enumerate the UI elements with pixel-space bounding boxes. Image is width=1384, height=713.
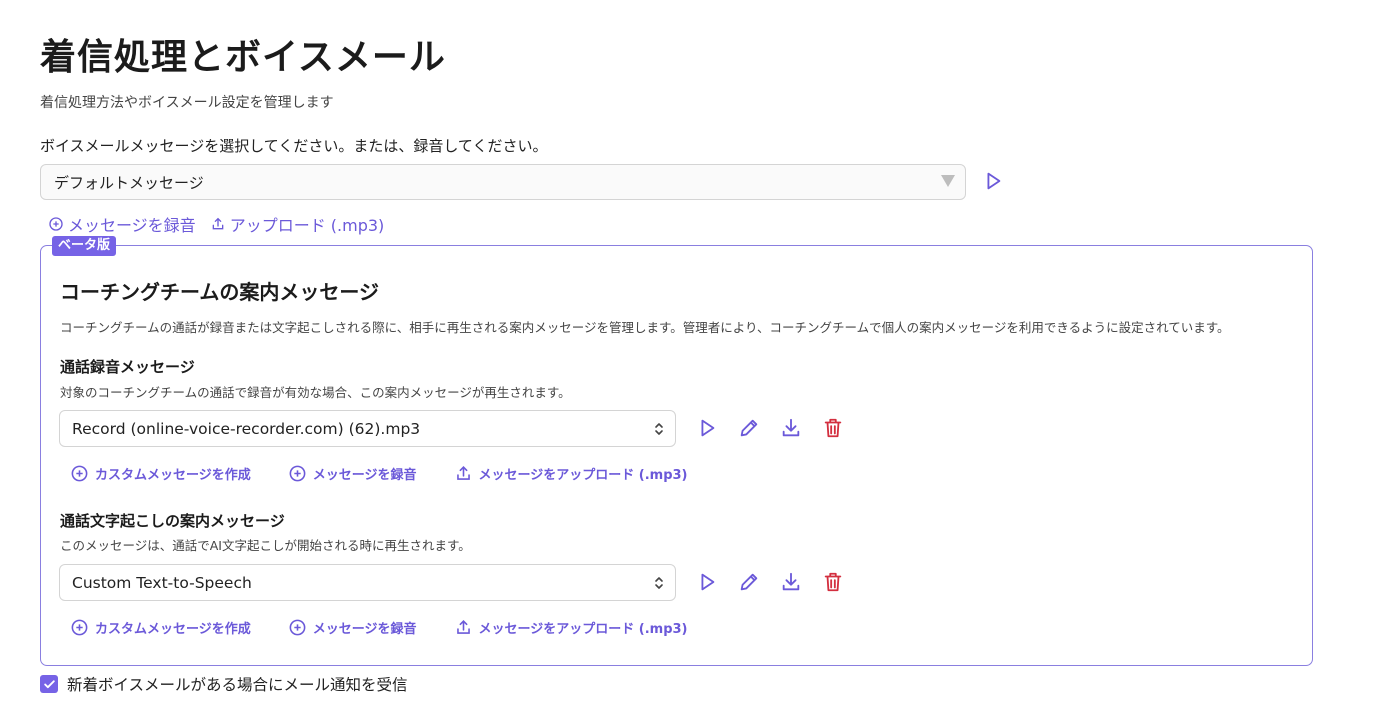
- transcription-upload-button[interactable]: メッセージをアップロード (.mp3): [454, 618, 688, 637]
- plus-circle-icon: [71, 465, 88, 482]
- chevron-updown-icon: [655, 423, 663, 435]
- recording-record-button[interactable]: メッセージを録音: [288, 464, 417, 483]
- plus-circle-icon: [49, 217, 63, 231]
- transcription-description: このメッセージは、通話でAI文字起こしが開始される時に再生されます。: [60, 538, 471, 553]
- download-icon[interactable]: [780, 417, 802, 439]
- recording-description: 対象のコーチングチームの通話で録音が有効な場合、この案内メッセージが再生されます…: [60, 385, 571, 400]
- recording-create-button[interactable]: カスタムメッセージを作成: [70, 464, 251, 483]
- transcription-create-label: カスタムメッセージを作成: [95, 622, 251, 637]
- trash-icon[interactable]: [822, 571, 844, 593]
- voicemail-select-value: デフォルトメッセージ: [54, 173, 204, 192]
- play-icon[interactable]: [982, 170, 1004, 192]
- play-icon[interactable]: [696, 571, 718, 593]
- voicemail-upload-label: アップロード (.mp3): [229, 216, 385, 235]
- play-icon[interactable]: [696, 417, 718, 439]
- check-icon: [43, 679, 55, 688]
- recording-record-label: メッセージを録音: [312, 468, 417, 483]
- email-notification-checkbox[interactable]: [40, 675, 58, 693]
- recording-upload-button[interactable]: メッセージをアップロード (.mp3): [454, 464, 688, 483]
- upload-icon: [456, 466, 470, 480]
- plus-circle-icon: [289, 465, 306, 482]
- voicemail-record-label: メッセージを録音: [68, 216, 196, 235]
- transcription-record-button[interactable]: メッセージを録音: [288, 618, 417, 637]
- transcription-upload-label: メッセージをアップロード (.mp3): [478, 622, 688, 637]
- recording-select[interactable]: Record (online-voice-recorder.com) (62).…: [59, 410, 676, 447]
- coaching-section: [40, 245, 1313, 666]
- plus-circle-icon: [289, 619, 306, 636]
- voicemail-select[interactable]: デフォルトメッセージ: [40, 164, 966, 200]
- email-notification-option[interactable]: 新着ボイスメールがある場合にメール通知を受信: [40, 673, 408, 695]
- pencil-icon[interactable]: [738, 571, 760, 593]
- voicemail-record-button[interactable]: メッセージを録音: [48, 212, 196, 236]
- transcription-select-value: Custom Text-to-Speech: [72, 573, 252, 592]
- recording-title: 通話録音メッセージ: [60, 358, 195, 376]
- transcription-create-button[interactable]: カスタムメッセージを作成: [70, 618, 251, 637]
- download-icon[interactable]: [780, 571, 802, 593]
- email-notification-label: 新着ボイスメールがある場合にメール通知を受信: [67, 676, 408, 694]
- transcription-record-label: メッセージを録音: [312, 622, 417, 637]
- voicemail-upload-button[interactable]: アップロード (.mp3): [210, 212, 385, 236]
- trash-icon[interactable]: [822, 417, 844, 439]
- caret-down-icon: [941, 175, 955, 187]
- pencil-icon[interactable]: [738, 417, 760, 439]
- transcription-title: 通話文字起こしの案内メッセージ: [60, 512, 285, 530]
- recording-create-label: カスタムメッセージを作成: [95, 468, 251, 483]
- beta-badge: ベータ版: [52, 236, 117, 256]
- page-subtitle: 着信処理方法やボイスメール設定を管理します: [40, 95, 334, 111]
- recording-select-value: Record (online-voice-recorder.com) (62).…: [72, 419, 421, 438]
- chevron-updown-icon: [655, 577, 663, 589]
- upload-icon: [212, 217, 224, 230]
- voicemail-label: ボイスメールメッセージを選択してください。または、録音してください。: [40, 137, 548, 155]
- transcription-select[interactable]: Custom Text-to-Speech: [59, 564, 676, 601]
- upload-icon: [456, 620, 470, 634]
- coaching-title: コーチングチームの案内メッセージ: [60, 280, 379, 304]
- plus-circle-icon: [71, 619, 88, 636]
- coaching-description: コーチングチームの通話が録音または文字起こしされる際に、相手に再生される案内メッ…: [60, 320, 1230, 335]
- recording-upload-label: メッセージをアップロード (.mp3): [478, 468, 688, 483]
- page-title: 着信処理とボイスメール: [40, 37, 446, 78]
